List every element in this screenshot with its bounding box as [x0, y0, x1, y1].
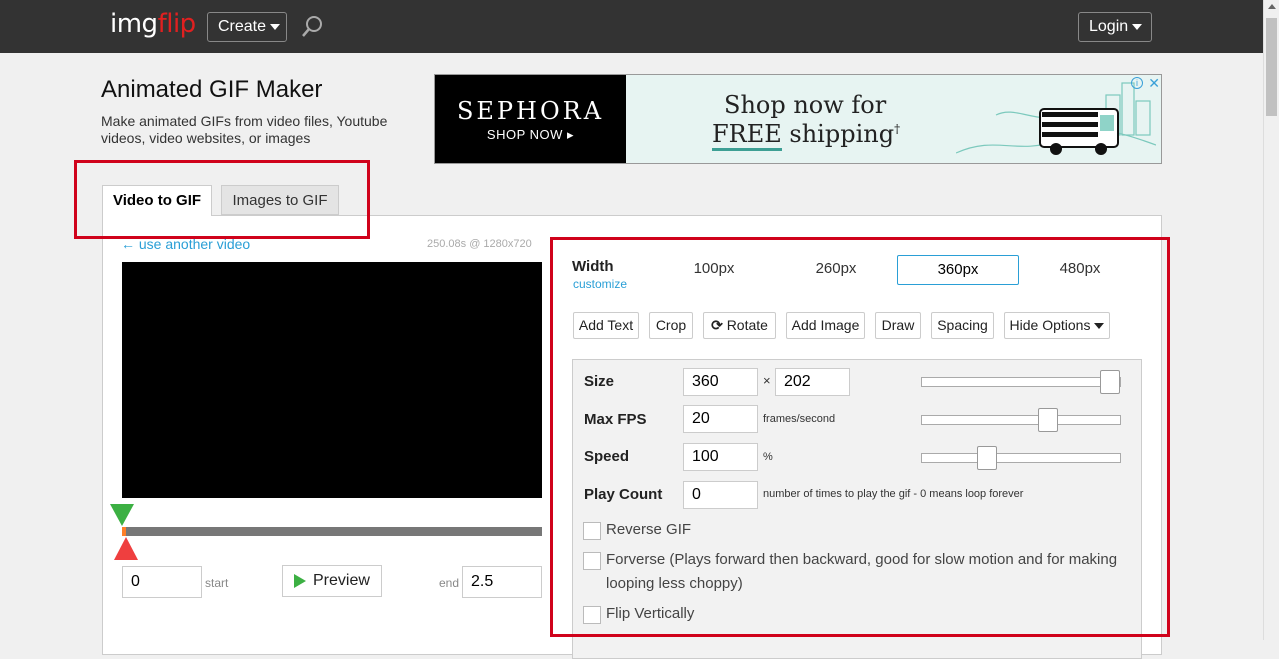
ad-subheadline: FREE shipping† [712, 120, 901, 151]
chevron-down-icon [1132, 23, 1143, 30]
play-icon [294, 574, 306, 588]
end-label: end [439, 576, 460, 590]
page-subtitle: Make animated GIFs from video files, You… [101, 113, 388, 146]
chevron-down-icon [270, 23, 281, 30]
top-navbar: imgflip Create Login [0, 0, 1263, 53]
end-time-input[interactable] [462, 566, 542, 598]
ad-brand-panel[interactable]: SEPHORA SHOP NOW ▸ [435, 75, 626, 163]
start-label: start [205, 576, 229, 590]
video-meta: 250.08s @ 1280x720 [427, 238, 532, 250]
login-button[interactable]: Login [1078, 12, 1152, 42]
timeline-track[interactable] [122, 527, 542, 536]
city-van-illustration-icon [956, 82, 1156, 155]
ad-dagger: † [894, 122, 901, 136]
logo-text-img: img [110, 9, 158, 39]
scrollbar-thumb[interactable] [1266, 18, 1277, 116]
ad-brand-text: SEPHORA [456, 97, 605, 125]
highlight-box-tabs [74, 160, 370, 239]
create-label: Create [218, 18, 267, 35]
ad-close-icon[interactable]: ✕ [1148, 75, 1160, 92]
start-time-input[interactable] [122, 566, 202, 598]
timeline-selection [122, 527, 126, 536]
ad-free-text: FREE [712, 120, 782, 151]
video-player[interactable] [122, 262, 542, 498]
imgflip-logo[interactable]: imgflip [110, 9, 196, 39]
preview-button[interactable]: Preview [282, 565, 382, 597]
start-marker-handle[interactable] [110, 504, 134, 526]
ad-shipping-text: shipping [781, 120, 895, 148]
ad-shop-now[interactable]: SHOP NOW ▸ [435, 127, 626, 143]
logo-text-flip: flip [157, 9, 197, 39]
ad-message-panel[interactable]: Shop now for FREE shipping† i ✕ [626, 75, 1161, 163]
login-label: Login [1089, 18, 1129, 35]
sephora-ad-banner[interactable]: SEPHORA SHOP NOW ▸ Shop now for FREE shi… [434, 74, 1162, 164]
preview-label: Preview [313, 572, 370, 589]
create-menu-button[interactable]: Create [207, 12, 287, 42]
page-title: Animated GIF Maker [101, 76, 323, 103]
ad-info-icon[interactable]: i [1131, 77, 1143, 89]
highlight-box-options [550, 237, 1170, 637]
search-icon[interactable] [301, 14, 325, 38]
ad-headline: Shop now for [724, 91, 887, 119]
page-scrollbar[interactable] [1263, 0, 1279, 640]
scroll-up-arrow-icon[interactable] [1268, 4, 1276, 9]
end-marker-handle[interactable] [114, 537, 138, 560]
